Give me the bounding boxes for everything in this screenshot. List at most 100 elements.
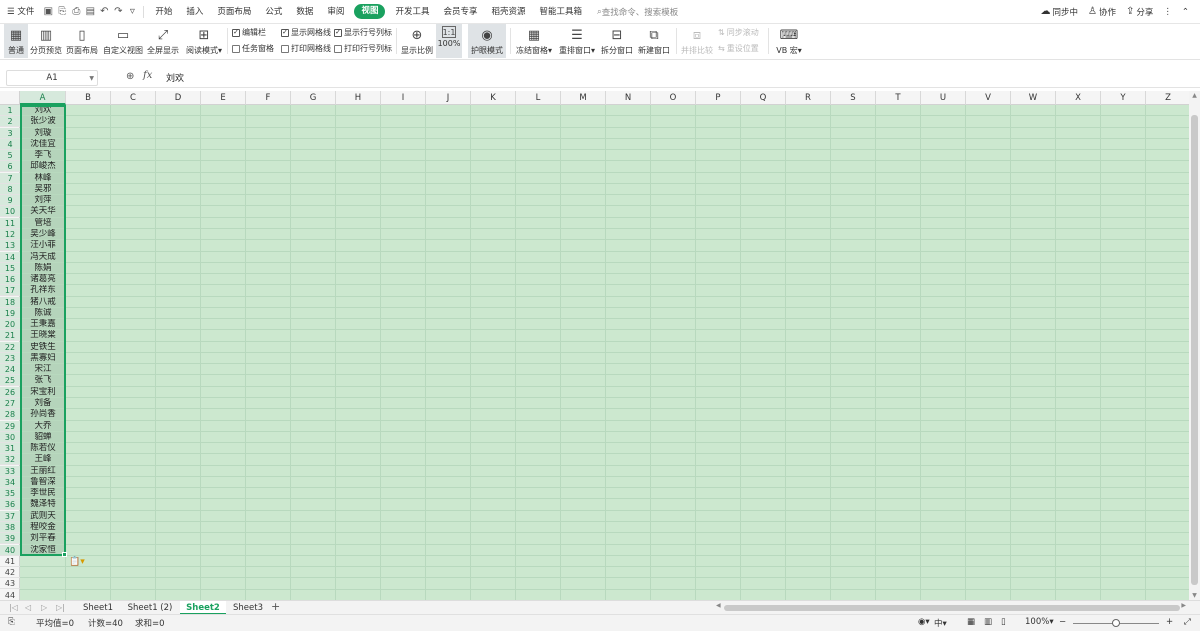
tab-2[interactable]: 页面布局 [210, 0, 258, 24]
reset-position-button[interactable]: ⇆ 重设位置 [718, 43, 759, 54]
zoom-formula-icon[interactable]: ⊕ [126, 71, 134, 82]
column-header-v[interactable]: V [966, 91, 1011, 105]
sync-status[interactable]: ☁ 同步中 [1035, 6, 1083, 18]
tab-1[interactable]: 插入 [179, 0, 210, 24]
zoom-level[interactable]: 100%▾ [1025, 617, 1054, 627]
zoom-slider-handle[interactable] [1112, 619, 1120, 627]
column-header-p[interactable]: P [696, 91, 741, 105]
row-header-13[interactable]: 13 [0, 240, 20, 252]
side-by-side-button[interactable]: ⧈ 并排比较 [681, 24, 713, 58]
cell-area[interactable]: 刘欢 张少波 刘璇 沈佳宜 李飞 邱峻杰 林峰 吴邪 刘萍 关天华 管培 吴少峰 汪小菲 冯天成 陈娟 诸葛亮… [20, 105, 1189, 600]
sheet-tab-1[interactable]: Sheet1 [78, 601, 118, 615]
page-layout-view-icon[interactable]: ▥ [984, 617, 992, 627]
paste-options-icon[interactable]: 📋▾ [69, 557, 85, 567]
undo-icon[interactable]: ↶ [97, 0, 111, 24]
column-header-q[interactable]: Q [741, 91, 786, 105]
row-header-11[interactable]: 11 [0, 217, 20, 229]
row-header-35[interactable]: 35 [0, 488, 20, 500]
prev-sheet-icon[interactable]: ◁ [25, 601, 31, 615]
print-icon[interactable]: ⎙ [69, 0, 83, 24]
column-header-u[interactable]: U [921, 91, 966, 105]
row-header-42[interactable]: 42 [0, 567, 20, 579]
name-box[interactable]: A1 ▼ [6, 70, 98, 86]
more-icon[interactable]: ⋮ [1158, 7, 1177, 17]
column-header-b[interactable]: B [66, 91, 111, 105]
command-search[interactable]: ⌕ 查找命令、搜索模板 [597, 6, 678, 18]
zoom-out-icon[interactable]: − [1059, 617, 1066, 627]
fill-handle[interactable] [62, 551, 67, 557]
row-header-34[interactable]: 34 [0, 476, 20, 488]
column-header-n[interactable]: N [606, 91, 651, 105]
row-header-15[interactable]: 15 [0, 262, 20, 274]
show-gridlines-checkbox[interactable]: ✓ 显示网格线 [281, 27, 331, 38]
row-header-32[interactable]: 32 [0, 454, 20, 466]
spreadsheet-grid[interactable]: ABCDEFGHIJKLMNOPQRSTUVWXYZ 1 2 3 4 5 6 7 8 9 10 11… [0, 91, 1189, 600]
column-header-x[interactable]: X [1056, 91, 1101, 105]
row-header-5[interactable]: 5 [0, 150, 20, 162]
column-header-g[interactable]: G [291, 91, 336, 105]
horizontal-scrollbar[interactable]: ◀ ▶ [716, 602, 1186, 612]
row-header-14[interactable]: 14 [0, 251, 20, 263]
custom-view-button[interactable]: ▭ 自定义视图 [103, 24, 143, 58]
row-header-25[interactable]: 25 [0, 375, 20, 387]
tab-7[interactable]: 开发工具 [388, 0, 436, 24]
column-header-i[interactable]: I [381, 91, 426, 105]
row-header-24[interactable]: 24 [0, 364, 20, 376]
redo-icon[interactable]: ↷ [111, 0, 125, 24]
arrange-window-button[interactable]: ☰ 重排窗口▾ [557, 24, 597, 58]
page-break-view-icon[interactable]: ▯ [1001, 617, 1006, 627]
row-header-2[interactable]: 2 [0, 116, 20, 128]
tab-4[interactable]: 数据 [289, 0, 320, 24]
column-header-c[interactable]: C [111, 91, 156, 105]
vertical-scrollbar[interactable]: ▲ ▼ [1189, 91, 1200, 600]
row-header-36[interactable]: 36 [0, 499, 20, 511]
row-header-19[interactable]: 19 [0, 307, 20, 319]
row-header-27[interactable]: 27 [0, 398, 20, 410]
column-header-r[interactable]: R [786, 91, 831, 105]
row-header-44[interactable]: 44 [0, 590, 20, 600]
column-header-e[interactable]: E [201, 91, 246, 105]
row-header-17[interactable]: 17 [0, 285, 20, 297]
tab-9[interactable]: 稻壳资源 [484, 0, 532, 24]
scroll-down-icon[interactable]: ▼ [1189, 592, 1200, 599]
collab-button[interactable]: ♙ 协作 [1083, 6, 1121, 18]
print-gridlines-checkbox[interactable]: 打印网格线 [281, 43, 331, 54]
row-header-39[interactable]: 39 [0, 533, 20, 545]
sheet-tab-2[interactable]: Sheet1 (2) [124, 601, 176, 615]
tab-8[interactable]: 会员专享 [436, 0, 484, 24]
column-header-m[interactable]: M [561, 91, 606, 105]
row-header-23[interactable]: 23 [0, 352, 20, 364]
column-header-t[interactable]: T [876, 91, 921, 105]
chevron-down-icon[interactable]: ▼ [89, 75, 94, 82]
normal-view-icon[interactable]: ▦ [967, 617, 975, 627]
row-header-16[interactable]: 16 [0, 274, 20, 286]
function-icon[interactable]: fx [143, 70, 152, 81]
scroll-up-icon[interactable]: ▲ [1189, 92, 1200, 99]
row-header-26[interactable]: 26 [0, 386, 20, 398]
tab-5[interactable]: 审阅 [320, 0, 351, 24]
fit-window-icon[interactable]: ⤢ [1184, 617, 1191, 627]
column-header-z[interactable]: Z [1146, 91, 1189, 105]
row-header-8[interactable]: 8 [0, 183, 20, 195]
row-header-9[interactable]: 9 [0, 195, 20, 207]
next-sheet-icon[interactable]: ▷ [41, 601, 47, 615]
quick-access-dropdown-icon[interactable]: ▿ [125, 0, 139, 24]
tab-0[interactable]: 开始 [148, 0, 179, 24]
freeze-panes-button[interactable]: ▦ 冻结窗格▾ [514, 24, 554, 58]
language-icon[interactable]: 中▾ [934, 617, 947, 629]
row-header-43[interactable]: 43 [0, 578, 20, 590]
row-header-29[interactable]: 29 [0, 420, 20, 432]
column-header-y[interactable]: Y [1101, 91, 1146, 105]
select-all-corner[interactable] [0, 91, 20, 105]
last-sheet-icon[interactable]: ▷| [56, 601, 65, 615]
row-header-6[interactable]: 6 [0, 161, 20, 173]
collapse-ribbon-icon[interactable]: ⌃ [1177, 7, 1194, 17]
row-header-22[interactable]: 22 [0, 341, 20, 353]
sync-scroll-button[interactable]: ⇅ 同步滚动 [718, 27, 759, 38]
row-header-3[interactable]: 3 [0, 127, 20, 139]
show-headers-checkbox[interactable]: ✓ 显示行号列标 [334, 27, 392, 38]
row-header-10[interactable]: 10 [0, 206, 20, 218]
column-header-l[interactable]: L [516, 91, 561, 105]
preview-icon[interactable]: ▤ [83, 0, 97, 24]
row-header-37[interactable]: 37 [0, 510, 20, 522]
